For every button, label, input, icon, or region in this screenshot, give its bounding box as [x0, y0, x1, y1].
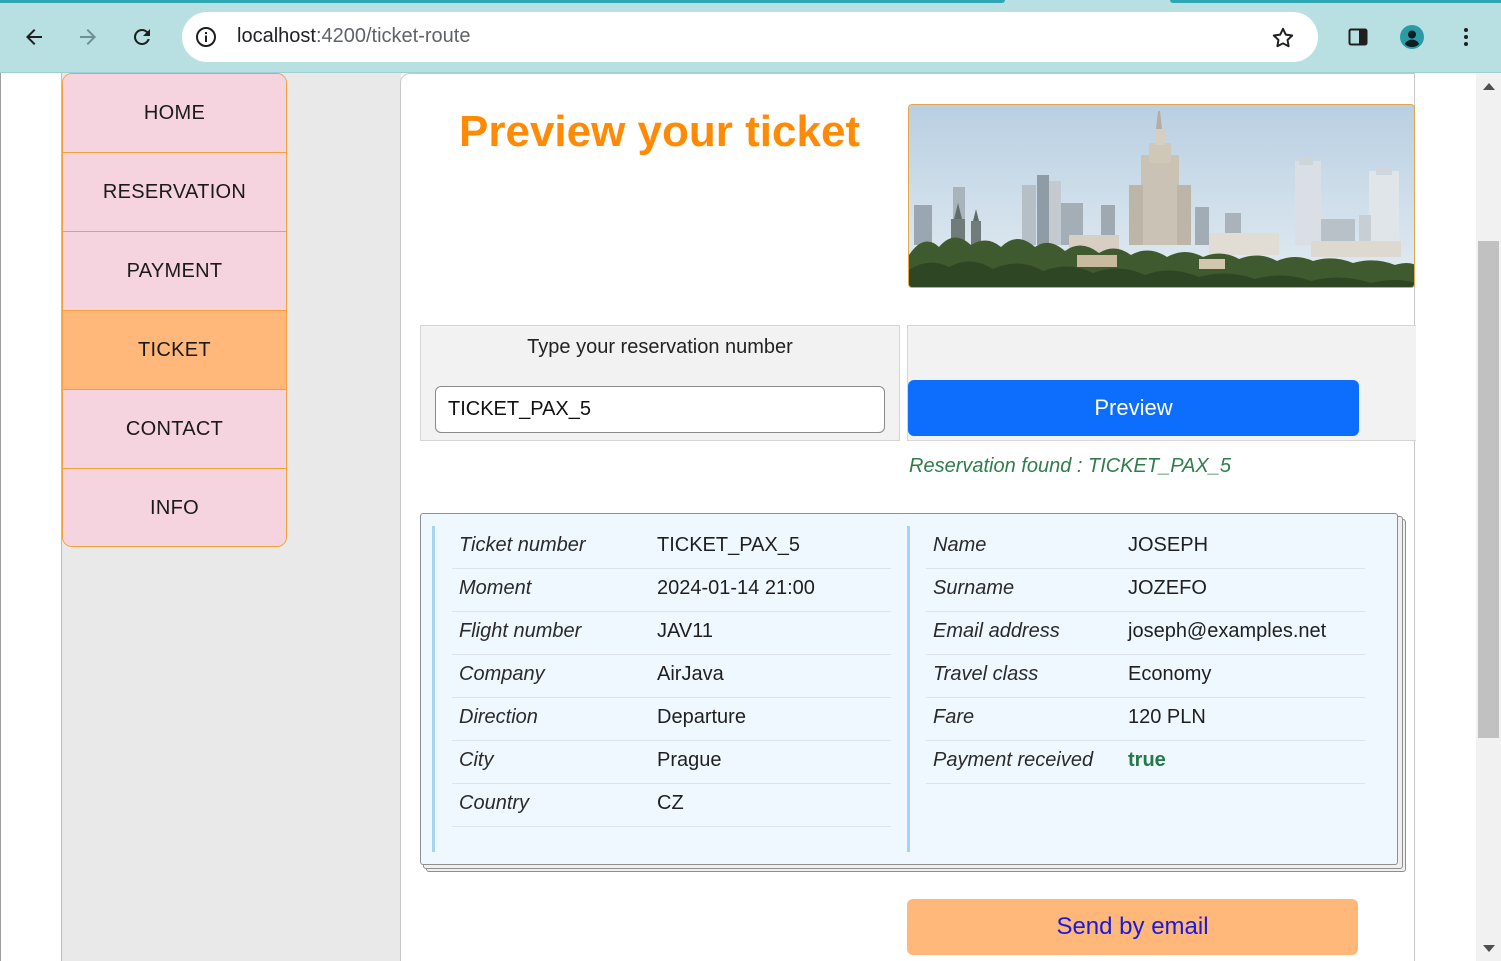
table-row: Company AirJava: [452, 655, 891, 698]
field-value: 2024-01-14 21:00: [657, 577, 815, 599]
tab-strip: [0, 0, 1501, 4]
reservation-number-input[interactable]: TICKET_PAX_5: [435, 386, 885, 433]
field-value: AirJava: [657, 663, 724, 685]
field-label: Surname: [933, 577, 1015, 599]
more-vertical-icon: [1464, 28, 1468, 46]
ticket-flight-details: Ticket number TICKET_PAX_5 Moment 2024-0…: [432, 526, 891, 852]
back-button[interactable]: [17, 20, 51, 54]
menu-item-info[interactable]: INFO: [63, 469, 286, 546]
browser-menu-button[interactable]: [1449, 20, 1483, 54]
address-bar[interactable]: localhost:4200/ticket-route: [182, 12, 1318, 62]
profile-button[interactable]: [1395, 20, 1429, 54]
window-edge: [0, 73, 1, 961]
ticket-card: Ticket number TICKET_PAX_5 Moment 2024-0…: [420, 513, 1398, 865]
skyline-illustration: [909, 105, 1414, 287]
reservation-number-label: Type your reservation number: [527, 336, 793, 358]
reload-button[interactable]: [125, 20, 159, 54]
scroll-down-arrow-icon[interactable]: [1483, 945, 1495, 952]
arrow-right-icon: [80, 29, 96, 45]
field-label: Fare: [933, 706, 975, 728]
field-value: Economy: [1128, 663, 1212, 685]
reservation-search-panel: Type your reservation number TICKET_PAX_…: [420, 325, 900, 441]
field-label: Name: [933, 534, 987, 556]
page-title: Preview your ticket: [459, 107, 861, 156]
menu-item-home[interactable]: HOME: [63, 74, 286, 153]
url-host: localhost: [237, 25, 316, 47]
table-row: Moment 2024-01-14 21:00: [452, 569, 891, 612]
menu-item-contact[interactable]: CONTACT: [63, 390, 286, 469]
ticket-passenger-details: Name JOSEPH Surname JOZEFO Email address…: [907, 526, 1365, 852]
field-label: Moment: [459, 577, 532, 599]
tab-edge[interactable]: [1170, 0, 1501, 3]
active-tab-edge[interactable]: [0, 0, 1005, 3]
menu-item-reservation[interactable]: RESERVATION: [63, 153, 286, 232]
city-skyline-image: [908, 104, 1415, 288]
avatar-icon: [1400, 25, 1424, 49]
field-label: Email address: [933, 620, 1060, 642]
send-by-email-button[interactable]: Send by email: [907, 899, 1358, 955]
table-row: Flight number JAV11: [452, 612, 891, 655]
field-value: CZ: [657, 792, 684, 814]
field-label: Company: [459, 663, 545, 685]
bookmark-star-icon[interactable]: [1270, 25, 1296, 51]
page-viewport: HOME RESERVATION PAYMENT TICKET CONTACT …: [0, 73, 1501, 961]
table-row: Direction Departure: [452, 698, 891, 741]
main-menu: HOME RESERVATION PAYMENT TICKET CONTACT …: [62, 73, 287, 547]
table-row: City Prague: [452, 741, 891, 784]
field-label: Country: [459, 792, 530, 814]
vertical-scrollbar[interactable]: [1476, 73, 1501, 961]
field-value: Departure: [657, 706, 746, 728]
menu-item-payment[interactable]: PAYMENT: [63, 232, 286, 311]
preview-panel: Preview: [907, 325, 1416, 441]
field-label: City: [459, 749, 494, 771]
preview-button[interactable]: Preview: [908, 380, 1359, 436]
field-value: JOSEPH: [1128, 534, 1209, 556]
forward-button[interactable]: [71, 20, 105, 54]
table-row: Email address joseph@examples.net: [926, 612, 1365, 655]
site-info-icon[interactable]: [194, 25, 218, 49]
table-row: Fare 120 PLN: [926, 698, 1365, 741]
scroll-up-arrow-icon[interactable]: [1483, 83, 1495, 90]
side-panel-icon: [1348, 28, 1368, 46]
field-label: Travel class: [933, 663, 1039, 685]
table-row: Travel class Economy: [926, 655, 1365, 698]
table-row: Surname JOZEFO: [926, 569, 1365, 612]
menu-item-ticket[interactable]: TICKET: [63, 311, 286, 390]
field-label: Ticket number: [459, 534, 586, 556]
field-label: Payment received: [933, 749, 1094, 771]
table-row: Country CZ: [452, 784, 891, 827]
browser-toolbar: localhost:4200/ticket-route: [0, 0, 1501, 73]
table-row: Payment received true: [926, 741, 1365, 784]
reservation-status-message: Reservation found : TICKET_PAX_5: [909, 455, 1232, 477]
field-value: TICKET_PAX_5: [657, 534, 801, 556]
side-panel-button[interactable]: [1341, 20, 1375, 54]
table-row: Ticket number TICKET_PAX_5: [452, 526, 891, 569]
field-value: Prague: [657, 749, 722, 771]
arrow-left-icon: [26, 29, 42, 45]
url-text[interactable]: localhost:4200/ticket-route: [237, 25, 470, 48]
payment-status-value: true: [1128, 749, 1166, 771]
reload-icon: [133, 28, 150, 45]
url-path: :4200/ticket-route: [315, 25, 471, 47]
field-value: 120 PLN: [1128, 706, 1206, 728]
field-label: Flight number: [459, 620, 582, 642]
field-value: JOZEFO: [1128, 577, 1207, 599]
main-content: Preview your ticket Type your reservatio…: [400, 73, 1416, 961]
field-value: joseph@examples.net: [1128, 620, 1327, 642]
field-label: Direction: [459, 706, 538, 728]
scrollbar-thumb[interactable]: [1478, 241, 1499, 738]
field-value: JAV11: [657, 620, 713, 642]
table-row: Name JOSEPH: [926, 526, 1365, 569]
